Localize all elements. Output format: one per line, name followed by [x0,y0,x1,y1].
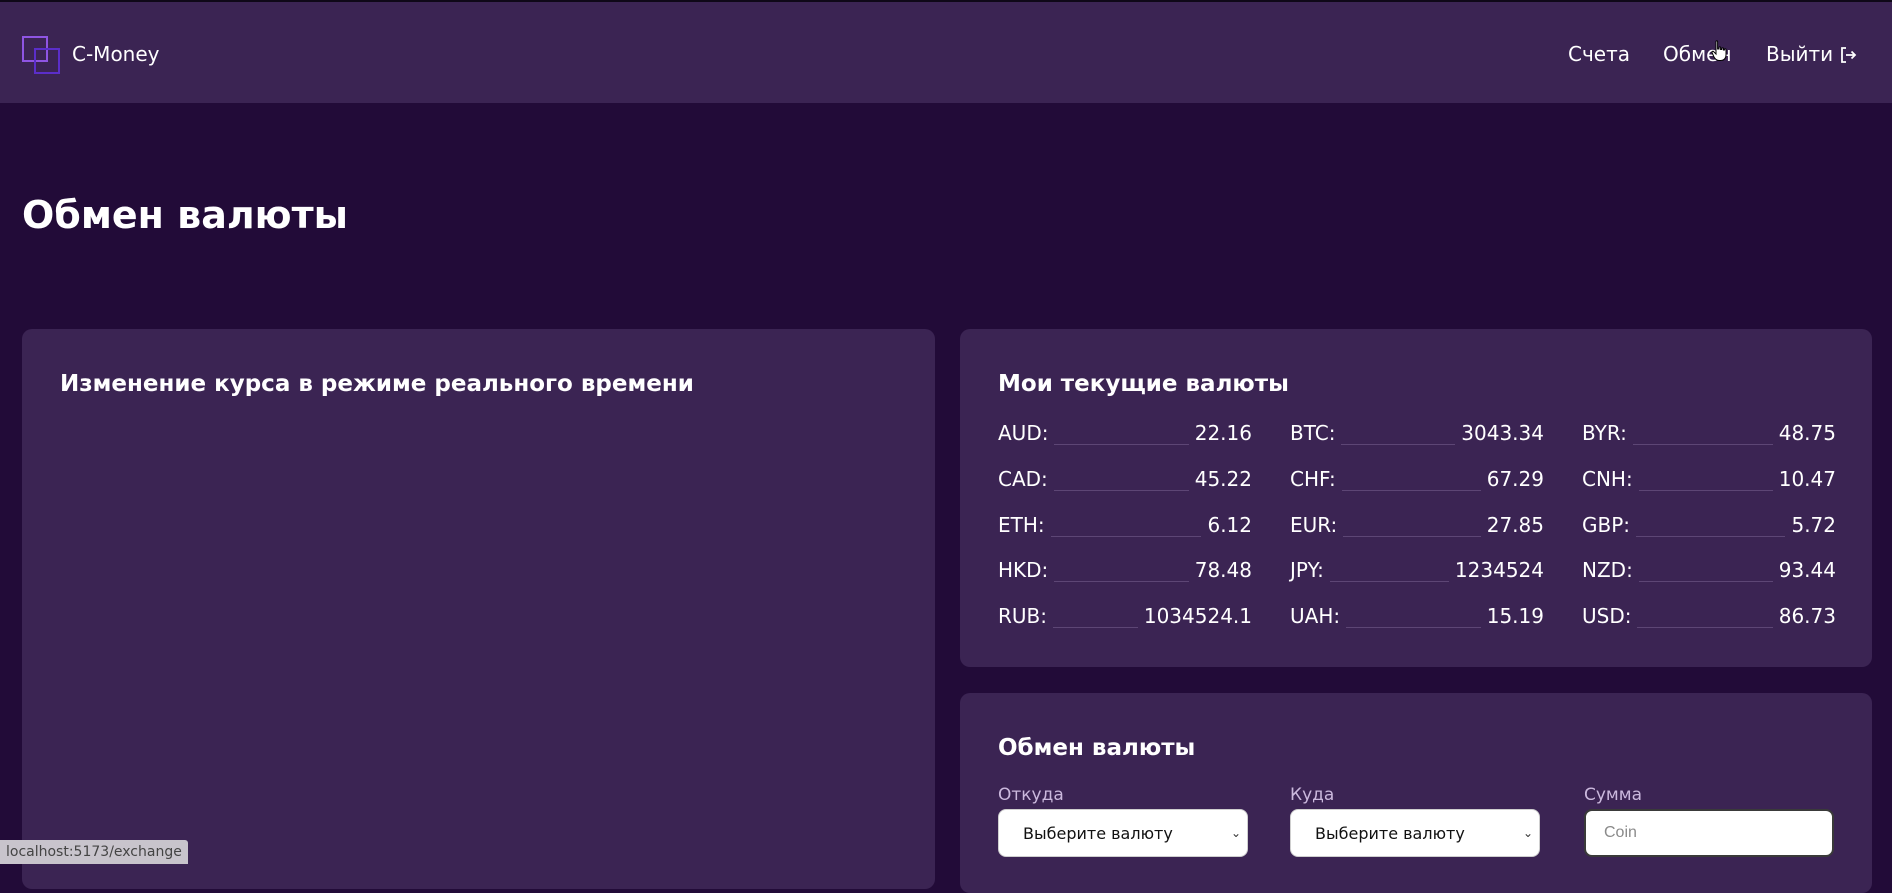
currency-balance-row: EUR: 27.85 [1290,511,1544,539]
nav-accounts-link[interactable]: Счета [1568,42,1630,66]
exchange-form-title: Обмен валюты [998,735,1196,761]
top-navigation-bar: C-Money Счета Обмен Выйти [0,0,1892,103]
page-title: Обмен валюты [22,193,349,237]
currency-code: ETH: [998,513,1045,537]
currency-amount: 93.44 [1778,558,1836,582]
amount-label: Сумма [1584,785,1642,805]
currency-amount: 27.85 [1486,513,1544,537]
currency-balance-row: CNH: 10.47 [1582,465,1836,493]
dotted-leader [1632,444,1773,445]
my-currencies-card: Мои текущие валюты AUD: 22.16 BTC: 3043.34 B… [960,329,1872,667]
exchange-form-card: Обмен валюты Откуда Выберите валюту ⌄ Ку… [960,693,1872,893]
nav-logout-link[interactable]: Выйти [1766,42,1857,66]
currency-amount: 1034524.1 [1143,604,1252,628]
dotted-leader [1637,627,1773,628]
dotted-leader [1636,536,1786,537]
currency-balance-row: HKD: 78.48 [998,556,1252,584]
to-currency-select[interactable]: Выберите валюту ⌄ [1290,809,1540,857]
currency-code: CNH: [1582,467,1633,491]
dotted-leader [1329,581,1449,582]
chevron-down-icon: ⌄ [1230,826,1241,840]
currency-code: CHF: [1290,467,1336,491]
from-label: Откуда [998,785,1064,805]
brand-name[interactable]: C-Money [72,42,160,66]
hand-cursor-icon [1711,40,1727,61]
currency-balance-row: GBP: 5.72 [1582,511,1836,539]
currency-amount: 10.47 [1778,467,1836,491]
currency-balance-row: NZD: 93.44 [1582,556,1836,584]
currency-amount: 6.12 [1207,513,1252,537]
dotted-leader [1346,627,1481,628]
from-currency-select[interactable]: Выберите валюту ⌄ [998,809,1248,857]
dotted-leader [1638,490,1773,491]
currency-balance-row: JPY: 1234524 [1290,556,1544,584]
currency-amount: 86.73 [1778,604,1836,628]
currency-code: USD: [1582,604,1632,628]
dotted-leader [1341,490,1481,491]
currency-code: NZD: [1582,558,1633,582]
dotted-leader [1341,444,1456,445]
dotted-leader [1054,581,1189,582]
currency-code: GBP: [1582,513,1631,537]
currency-code: EUR: [1290,513,1338,537]
dotted-leader [1054,444,1189,445]
dotted-leader [1343,536,1481,537]
dotted-leader [1053,490,1189,491]
currency-amount: 67.29 [1486,467,1544,491]
currency-code: JPY: [1290,558,1324,582]
currency-balance-row: ETH: 6.12 [998,511,1252,539]
currency-amount: 45.22 [1194,467,1252,491]
currency-amount: 3043.34 [1461,421,1544,445]
currency-code: HKD: [998,558,1049,582]
dotted-leader [1053,627,1138,628]
status-bar-url: localhost:5173/exchange [0,840,188,864]
currency-code: BTC: [1290,421,1336,445]
logout-label: Выйти [1766,42,1834,66]
currency-code: AUD: [998,421,1049,445]
currency-balance-row: CHF: 67.29 [1290,465,1544,493]
realtime-rates-title: Изменение курса в режиме реального време… [60,371,694,397]
logo-icon[interactable] [22,36,62,74]
dotted-leader [1638,581,1773,582]
currency-amount: 48.75 [1778,421,1836,445]
to-currency-value: Выберите валюту [1315,823,1465,843]
realtime-rates-card: Изменение курса в режиме реального време… [22,329,935,889]
currency-balance-row: USD: 86.73 [1582,602,1836,630]
currency-balance-row: BTC: 3043.34 [1290,419,1544,447]
currency-amount: 15.19 [1486,604,1544,628]
logout-icon [1841,47,1857,63]
currency-amount: 22.16 [1194,421,1252,445]
currency-balance-row: RUB: 1034524.1 [998,602,1252,630]
currency-amount: 1234524 [1454,558,1544,582]
currency-balance-row: BYR: 48.75 [1582,419,1836,447]
currency-amount: 78.48 [1194,558,1252,582]
amount-input[interactable] [1584,809,1834,857]
currency-balance-row: AUD: 22.16 [998,419,1252,447]
currency-balance-row: CAD: 45.22 [998,465,1252,493]
currency-balance-row: UAH: 15.19 [1290,602,1544,630]
currency-code: UAH: [1290,604,1341,628]
currency-code: RUB: [998,604,1047,628]
chevron-down-icon: ⌄ [1522,826,1533,840]
logo-square-back [34,48,60,74]
currency-code: CAD: [998,467,1048,491]
currency-code: BYR: [1582,421,1627,445]
dotted-leader [1050,536,1202,537]
to-label: Куда [1290,785,1335,805]
my-currencies-title: Мои текущие валюты [998,371,1289,397]
from-currency-value: Выберите валюту [1023,823,1173,843]
currency-amount: 5.72 [1791,513,1836,537]
